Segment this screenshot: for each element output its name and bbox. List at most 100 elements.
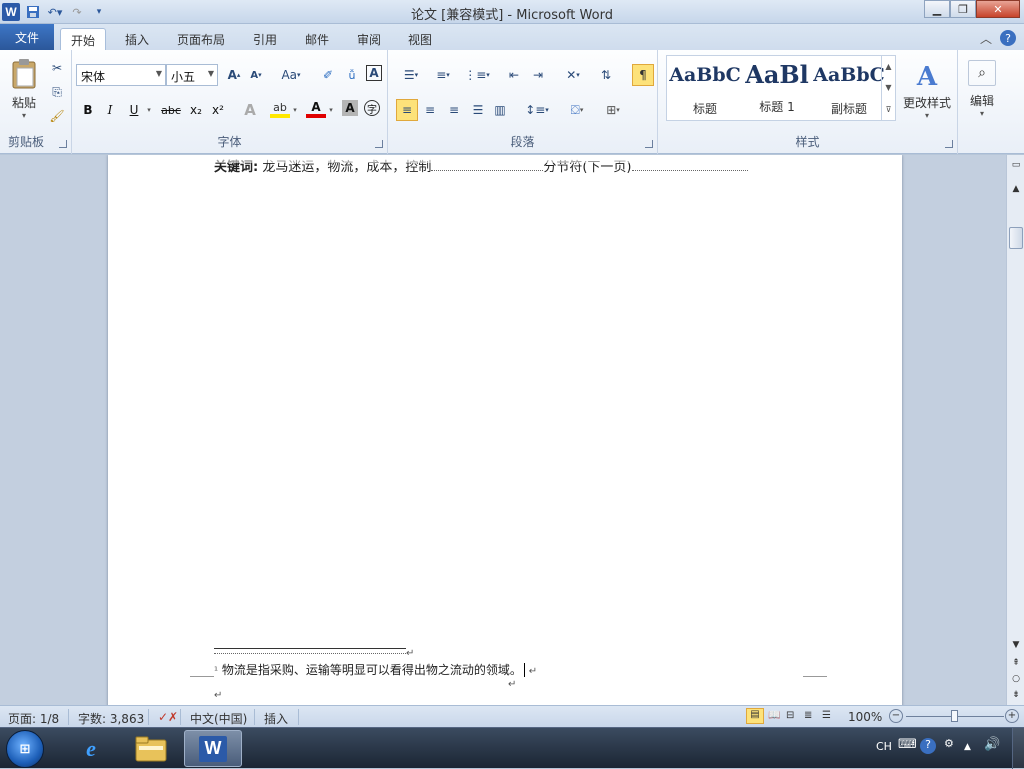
- internet-explorer-icon[interactable]: e: [62, 730, 120, 767]
- highlight-dropdown-icon[interactable]: ▾: [290, 100, 300, 120]
- font-color-dropdown-icon[interactable]: ▾: [326, 100, 336, 120]
- change-case-icon[interactable]: Aa ▾: [278, 65, 304, 85]
- word-count[interactable]: 字数: 3,863: [78, 710, 144, 727]
- file-explorer-icon[interactable]: [122, 730, 180, 767]
- bullets-icon[interactable]: ☰ ▾: [398, 65, 424, 85]
- tab-file[interactable]: 文件: [0, 24, 54, 50]
- paragraph-launcher-icon[interactable]: [645, 140, 653, 148]
- document-area[interactable]: [0, 155, 1006, 705]
- tab-references[interactable]: 引用: [243, 28, 287, 50]
- tab-page-layout[interactable]: 页面布局: [167, 28, 235, 50]
- highlight-color-icon[interactable]: ab: [270, 100, 290, 118]
- ruler-toggle-icon[interactable]: ▭: [1008, 157, 1024, 173]
- grow-font-icon[interactable]: A ▴: [224, 65, 244, 85]
- previous-page-icon[interactable]: ⇞: [1008, 655, 1024, 671]
- tab-review[interactable]: 审阅: [347, 28, 391, 50]
- next-page-icon[interactable]: ⇟: [1008, 687, 1024, 703]
- numbering-icon[interactable]: ≡ ▾: [430, 65, 456, 85]
- print-layout-view-icon[interactable]: ▤: [746, 708, 764, 724]
- paste-dropdown-icon[interactable]: ▾: [22, 111, 26, 120]
- paste-button[interactable]: 粘贴 ▾: [6, 54, 42, 124]
- scroll-thumb[interactable]: [1009, 227, 1023, 249]
- tab-view[interactable]: 视图: [398, 28, 442, 50]
- bold-button[interactable]: B: [78, 100, 98, 120]
- clipboard-launcher-icon[interactable]: [59, 140, 67, 148]
- font-color-icon[interactable]: A: [306, 100, 326, 118]
- change-styles-button[interactable]: A 更改样式 ▾: [898, 56, 956, 126]
- document-page[interactable]: [108, 155, 902, 705]
- align-left-icon[interactable]: ≡: [396, 99, 418, 121]
- style-item-subtitle[interactable]: AaBbC 副标题: [813, 60, 885, 118]
- borders-icon[interactable]: ⊞ ▾: [598, 100, 628, 120]
- character-border-icon[interactable]: A: [366, 65, 382, 81]
- align-right-icon[interactable]: ≡: [444, 100, 464, 120]
- insert-mode-indicator[interactable]: 插入: [264, 710, 288, 727]
- italic-button[interactable]: I: [100, 100, 120, 120]
- full-screen-reading-icon[interactable]: 📖: [768, 710, 780, 721]
- subscript-button[interactable]: x₂: [186, 100, 206, 120]
- show-desktop-button[interactable]: [1012, 728, 1024, 769]
- page-count[interactable]: 页面: 1/8: [8, 710, 59, 727]
- word-taskbar-icon[interactable]: W: [184, 730, 242, 767]
- phonetic-guide-icon[interactable]: ǚ: [342, 65, 362, 85]
- help-icon[interactable]: ?: [1000, 30, 1016, 46]
- multilevel-list-icon[interactable]: ⋮≡ ▾: [464, 65, 490, 85]
- volume-icon[interactable]: 🔊: [984, 737, 1000, 752]
- tray-options-icon[interactable]: ⚙: [944, 737, 954, 750]
- footnote[interactable]: ¹ 物流是指采购、运输等明显可以看得出物之流动的领域。 ↵: [214, 661, 537, 678]
- font-size-combo[interactable]: 小五 ▼: [166, 64, 218, 86]
- style-item-title[interactable]: AaBbC 标题: [669, 60, 741, 118]
- chinese-layout-icon[interactable]: ✕ ▾: [560, 65, 586, 85]
- select-browse-object-icon[interactable]: ○: [1008, 671, 1024, 687]
- increase-indent-icon[interactable]: ⇥: [528, 65, 548, 85]
- decrease-indent-icon[interactable]: ⇤: [504, 65, 524, 85]
- show-formatting-marks-icon[interactable]: ¶: [632, 64, 654, 86]
- superscript-button[interactable]: x²: [208, 100, 228, 120]
- style-item-heading1[interactable]: AaBl 标题 1: [741, 60, 813, 118]
- shrink-font-icon[interactable]: A ▾: [246, 65, 266, 85]
- minimize-button[interactable]: ▁: [924, 0, 950, 18]
- copy-icon[interactable]: ⎘: [47, 82, 67, 102]
- align-center-icon[interactable]: ≡: [420, 100, 440, 120]
- more-styles-icon[interactable]: ⊽: [886, 105, 892, 114]
- text-effects-icon[interactable]: A: [240, 100, 260, 120]
- zoom-out-icon[interactable]: −: [889, 709, 903, 723]
- zoom-level[interactable]: 100%: [848, 710, 882, 724]
- enclose-characters-icon[interactable]: 字: [364, 100, 380, 116]
- start-button[interactable]: ⊞: [6, 730, 44, 768]
- chevron-down-icon[interactable]: ▼: [885, 83, 891, 92]
- close-button[interactable]: ✕: [976, 0, 1020, 18]
- sort-icon[interactable]: ⇅: [596, 65, 616, 85]
- underline-dropdown-icon[interactable]: ▾: [144, 100, 154, 120]
- language-indicator[interactable]: 中文(中国): [190, 710, 247, 727]
- tab-home[interactable]: 开始: [60, 28, 107, 50]
- character-shading-icon[interactable]: A: [342, 100, 358, 116]
- shading-icon[interactable]: ⛋ ▾: [564, 100, 590, 120]
- input-language[interactable]: CH: [876, 740, 892, 753]
- justify-icon[interactable]: ☰: [468, 100, 488, 120]
- font-name-combo[interactable]: 宋体 ▼: [76, 64, 166, 86]
- distributed-icon[interactable]: ▥: [490, 100, 510, 120]
- tab-mailings[interactable]: 邮件: [295, 28, 339, 50]
- web-layout-icon[interactable]: ⊟: [786, 710, 794, 721]
- minimize-ribbon-icon[interactable]: ︿: [978, 30, 994, 46]
- restore-button[interactable]: ❐: [950, 0, 976, 18]
- tab-insert[interactable]: 插入: [115, 28, 159, 50]
- proofing-icon[interactable]: ✓✗: [158, 710, 178, 724]
- editing-button[interactable]: ⌕ 编辑 ▾: [962, 54, 1002, 124]
- styles-launcher-icon[interactable]: [945, 140, 953, 148]
- vertical-scrollbar[interactable]: ▭ ▲ ▼ ⇞ ○ ⇟: [1006, 155, 1024, 705]
- zoom-slider-thumb[interactable]: [951, 710, 958, 722]
- scroll-down-icon[interactable]: ▼: [1008, 637, 1024, 653]
- format-painter-icon[interactable]: 🖌: [47, 106, 67, 126]
- line-spacing-icon[interactable]: ↕≡ ▾: [524, 100, 550, 120]
- font-launcher-icon[interactable]: [375, 140, 383, 148]
- styles-scroll[interactable]: ▲ ▼ ⊽: [881, 56, 895, 120]
- help-tray-icon[interactable]: ?: [920, 738, 936, 754]
- show-hidden-icons[interactable]: ▲: [964, 742, 971, 752]
- clear-formatting-icon[interactable]: ✐: [318, 65, 338, 85]
- zoom-in-icon[interactable]: +: [1005, 709, 1019, 723]
- underline-button[interactable]: U: [124, 100, 144, 120]
- scroll-up-icon[interactable]: ▲: [1008, 181, 1024, 197]
- strikethrough-button[interactable]: abc: [158, 100, 184, 120]
